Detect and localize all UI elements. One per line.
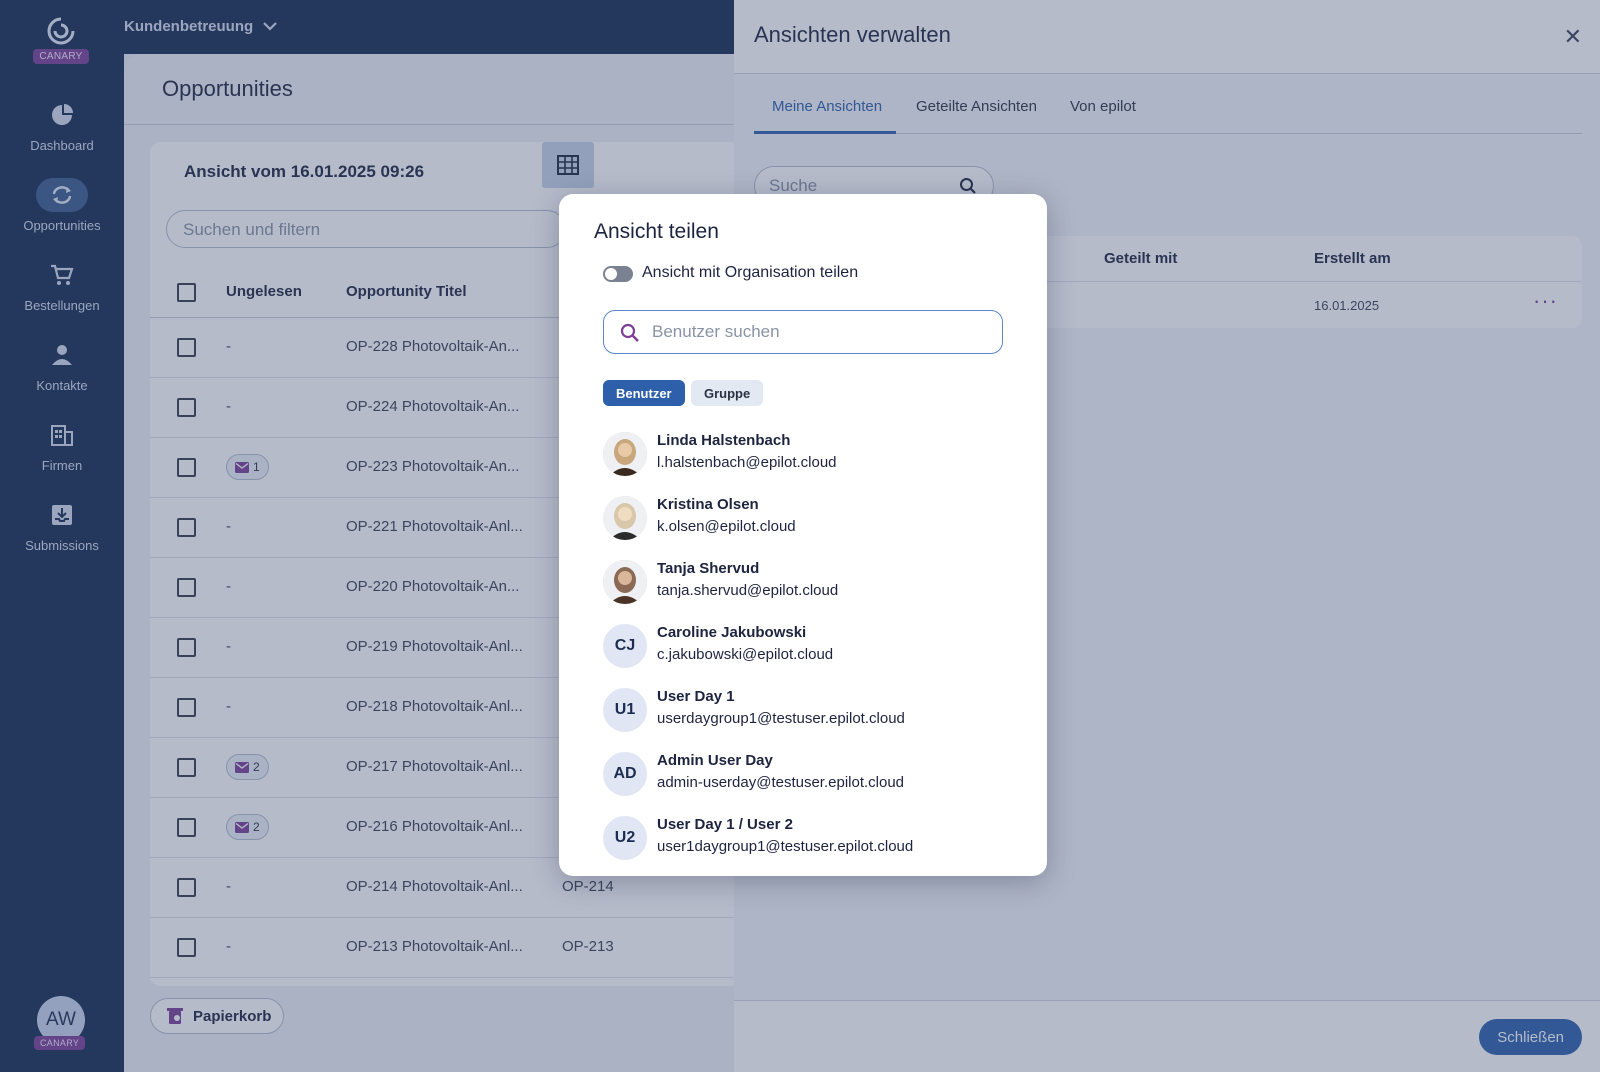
chip-users[interactable]: Benutzer (603, 380, 685, 406)
avatar-initials: U1 (614, 701, 636, 718)
search-icon (620, 323, 639, 342)
user-email: admin-userday@testuser.epilot.cloud (657, 774, 905, 791)
user-search-input[interactable] (652, 319, 992, 345)
user-avatar-initials: CJ (603, 624, 647, 668)
user-list-item[interactable]: Tanja Shervud tanja.shervud@epilot.cloud (603, 558, 1023, 610)
user-avatar-initials: U1 (603, 688, 647, 732)
user-name: Tanja Shervud (657, 560, 760, 577)
user-avatar-photo (603, 432, 647, 476)
user-list-item[interactable]: CJ Caroline Jakubowski c.jakubowski@epilot… (603, 622, 1023, 674)
modal-title: Ansicht teilen (594, 220, 719, 243)
user-list-item[interactable]: U1 User Day 1 userdaygroup1@testuser.epilo… (603, 686, 1023, 738)
user-email: tanja.shervud@epilot.cloud (657, 582, 839, 599)
user-email: user1daygroup1@testuser.epilot.cloud (657, 838, 914, 855)
avatar-initials: AD (613, 765, 637, 782)
user-list-item[interactable]: U2 User Day 1 / User 2 user1daygroup1@test… (603, 814, 1023, 866)
user-name: User Day 1 / User 2 (657, 816, 793, 833)
user-name: User Day 1 (657, 688, 735, 705)
share-org-label: Ansicht mit Organisation teilen (642, 264, 859, 281)
avatar-initials: CJ (614, 637, 636, 654)
user-email: c.jakubowski@epilot.cloud (657, 646, 834, 663)
user-email: userdaygroup1@testuser.epilot.cloud (657, 710, 905, 727)
user-name: Caroline Jakubowski (657, 624, 807, 641)
user-avatar-initials: U2 (603, 816, 647, 860)
share-view-modal: Ansicht teilen Ansicht mit Organisation … (559, 194, 1047, 876)
chip-group[interactable]: Gruppe (691, 380, 764, 406)
user-name: Linda Halstenbach (657, 432, 791, 449)
user-list-item[interactable]: AD Admin User Day admin-userday@testuser.e… (603, 750, 1023, 802)
user-list-item[interactable]: Linda Halstenbach l.halstenbach@epilot.cl… (603, 430, 1023, 482)
user-list-item[interactable]: Kristina Olsen k.olsen@epilot.cloud (603, 494, 1023, 546)
user-email: k.olsen@epilot.cloud (657, 518, 796, 535)
avatar-initials: U2 (614, 829, 636, 846)
share-org-toggle[interactable] (603, 266, 633, 282)
user-email: l.halstenbach@epilot.cloud (657, 454, 837, 471)
user-avatar-photo (603, 560, 647, 604)
user-name: Kristina Olsen (657, 496, 759, 513)
user-name: Admin User Day (657, 752, 773, 769)
user-search-field[interactable] (603, 310, 1003, 354)
user-avatar-initials: AD (603, 752, 647, 796)
user-avatar-photo (603, 496, 647, 540)
